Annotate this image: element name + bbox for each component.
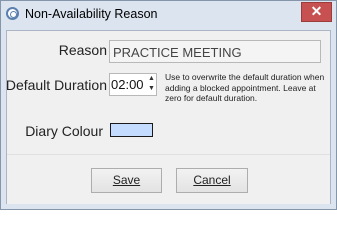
duration-input[interactable] xyxy=(110,74,147,95)
window-title: Non-Availability Reason xyxy=(25,7,158,21)
duration-stepper[interactable]: ▲ ▼ xyxy=(109,73,157,96)
dialog-body: Reason Default Duration ▲ ▼ Use to overw… xyxy=(6,30,331,205)
reason-input[interactable] xyxy=(109,40,321,63)
save-button[interactable]: Save xyxy=(91,168,162,193)
app-icon xyxy=(6,7,19,20)
dialog-window: Non-Availability Reason ✕ Reason Default… xyxy=(0,0,337,210)
diary-colour-swatch[interactable] xyxy=(110,123,153,137)
spin-up-icon[interactable]: ▲ xyxy=(147,74,156,84)
duration-hint: Use to overwrite the default duration wh… xyxy=(165,72,325,103)
diary-colour-label: Diary Colour xyxy=(25,123,103,139)
spin-down-icon[interactable]: ▼ xyxy=(147,84,156,94)
window-frame-bottom xyxy=(1,204,336,209)
reason-label: Reason xyxy=(58,42,107,58)
divider xyxy=(7,154,330,155)
title-bar[interactable]: Non-Availability Reason ✕ xyxy=(1,1,336,31)
cancel-button[interactable]: Cancel xyxy=(176,168,248,193)
close-button[interactable]: ✕ xyxy=(301,2,332,22)
default-duration-label: Default Duration xyxy=(5,77,107,93)
